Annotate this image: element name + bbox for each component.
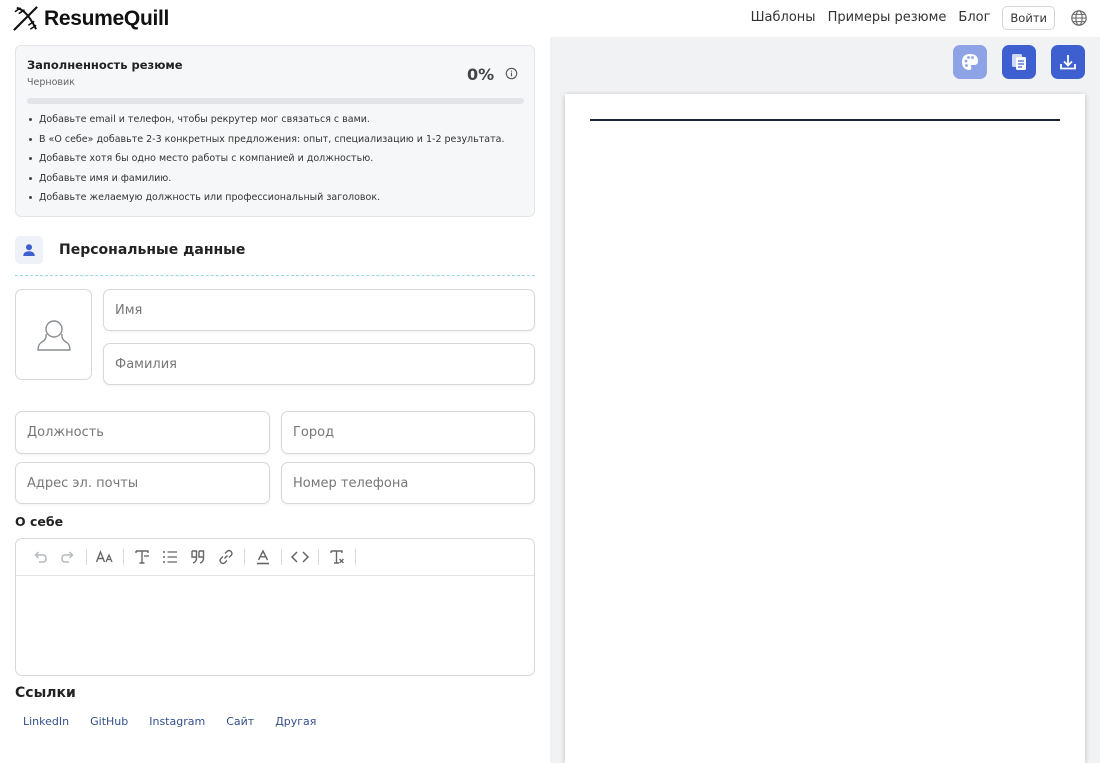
toolbar-divider xyxy=(318,549,319,565)
phone-input[interactable] xyxy=(282,463,534,503)
editor-toolbar xyxy=(16,539,534,576)
tip-item: Добавьте хотя бы одно место работы с ком… xyxy=(27,153,504,173)
add-github-link[interactable]: GitHub xyxy=(90,714,128,730)
photo-upload[interactable] xyxy=(15,289,92,380)
tip-item: В «О себе» добавьте 2-3 конкретных предл… xyxy=(27,134,504,154)
clear-format-icon[interactable] xyxy=(325,545,349,569)
nav-templates[interactable]: Шаблоны xyxy=(751,6,816,30)
toolbar-divider xyxy=(123,549,124,565)
font-size-icon[interactable] xyxy=(93,545,117,569)
first-name-input[interactable] xyxy=(104,290,534,330)
completeness-status: Черновик xyxy=(27,77,75,88)
download-icon xyxy=(1060,55,1076,70)
info-icon[interactable] xyxy=(505,67,518,80)
resume-completeness-card: Заполненность резюме Черновик 0% Добавьт… xyxy=(15,45,535,217)
job-title-input[interactable] xyxy=(16,412,269,453)
email-field[interactable] xyxy=(15,462,270,504)
nav-resume-examples[interactable]: Примеры резюме xyxy=(828,6,947,30)
add-website-link[interactable]: Сайт xyxy=(226,714,254,730)
city-input[interactable] xyxy=(282,412,534,453)
quill-logo-icon xyxy=(13,6,38,31)
tips-list: Добавьте email и телефон, чтобы рекрутер… xyxy=(27,114,504,212)
add-linkedin-link[interactable]: LinkedIn xyxy=(23,714,69,730)
top-header: ResumeQuill Шаблоны Примеры резюме Блог … xyxy=(0,0,1100,37)
add-other-link[interactable]: Другая xyxy=(275,714,316,730)
tip-item: Добавьте желаемую должность или професси… xyxy=(27,192,504,212)
about-label: О себе xyxy=(15,514,64,529)
text-color-icon[interactable] xyxy=(251,545,275,569)
completeness-progress-bar xyxy=(27,98,524,104)
palette-icon xyxy=(962,54,978,70)
code-icon[interactable] xyxy=(288,545,312,569)
tip-item: Добавьте имя и фамилию. xyxy=(27,173,504,193)
links-label: Ссылки xyxy=(15,685,76,701)
quote-icon[interactable] xyxy=(186,545,210,569)
email-input[interactable] xyxy=(16,463,269,503)
logo[interactable]: ResumeQuill xyxy=(11,4,169,33)
header-divider-line xyxy=(590,119,1060,121)
copy-icon xyxy=(1012,54,1026,70)
heading-icon[interactable] xyxy=(130,545,154,569)
avatar-placeholder-icon xyxy=(36,319,71,351)
about-rich-text-editor[interactable] xyxy=(15,538,535,676)
toolbar-divider xyxy=(355,549,356,565)
last-name-field[interactable] xyxy=(103,343,535,385)
toolbar-divider xyxy=(281,549,282,565)
toolbar-divider xyxy=(244,549,245,565)
globe-icon[interactable] xyxy=(1070,9,1088,27)
resume-paper-preview xyxy=(565,94,1085,763)
person-icon xyxy=(15,236,43,264)
first-name-field[interactable] xyxy=(103,289,535,331)
personal-data-section-header: Персональные данные xyxy=(15,236,535,276)
link-icon[interactable] xyxy=(214,545,238,569)
undo-icon[interactable] xyxy=(28,545,52,569)
job-title-field[interactable] xyxy=(15,411,270,454)
toolbar-divider xyxy=(86,549,87,565)
add-instagram-link[interactable]: Instagram xyxy=(149,714,205,730)
resume-preview-panel xyxy=(550,37,1100,763)
section-title: Персональные данные xyxy=(59,242,246,258)
download-pdf-button[interactable] xyxy=(1051,45,1085,79)
bullet-list-icon[interactable] xyxy=(158,545,182,569)
link-chips: LinkedIn GitHub Instagram Сайт Другая xyxy=(23,714,337,730)
tip-item: Добавьте email и телефон, чтобы рекрутер… xyxy=(27,114,504,134)
phone-field[interactable] xyxy=(281,462,535,504)
login-button[interactable]: Войти xyxy=(1002,6,1055,30)
city-field[interactable] xyxy=(281,411,535,454)
completeness-percent: 0% xyxy=(467,65,495,84)
nav-blog[interactable]: Блог xyxy=(958,6,990,30)
last-name-input[interactable] xyxy=(104,344,534,384)
theme-palette-button[interactable] xyxy=(953,45,987,79)
copy-resume-button[interactable] xyxy=(1002,45,1036,79)
brand-name: ResumeQuill xyxy=(44,6,170,30)
redo-icon[interactable] xyxy=(56,545,80,569)
completeness-title: Заполненность резюме xyxy=(27,58,183,72)
main-nav: Шаблоны Примеры резюме Блог Войти xyxy=(751,6,1088,30)
about-text-area[interactable] xyxy=(16,576,534,676)
